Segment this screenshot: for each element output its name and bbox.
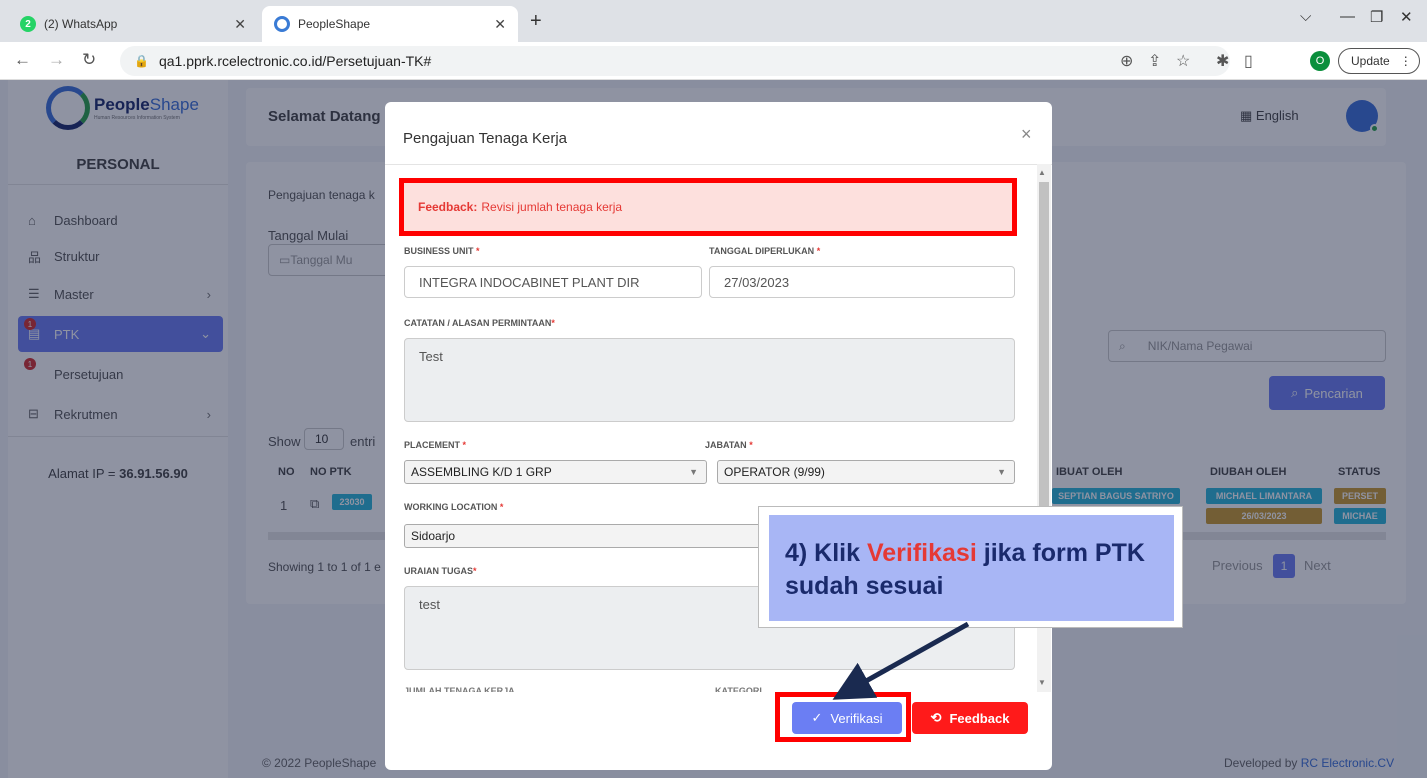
address-bar: ← → ↻ 🔒 qa1.pprk.rcelectronic.co.id/Pers… <box>0 42 1427 80</box>
kategori-label-partial: KATEGORI <box>715 686 762 692</box>
callout-text: 4) Klik Verifikasi jika form PTK sudah s… <box>769 515 1174 621</box>
placement-label: PLACEMENT * <box>404 440 467 450</box>
url-field[interactable]: 🔒 qa1.pprk.rcelectronic.co.id/Persetujua… <box>120 46 1230 76</box>
close-tab-icon[interactable]: ✕ <box>234 16 246 33</box>
browser-tab-strip: 2 (2) WhatsApp ✕ PeopleShape ✕ + ⌵ — ❐ ✕ <box>0 0 1427 42</box>
catatan-textarea[interactable]: Test <box>404 338 1015 422</box>
uraian-tugas-label: URAIAN TUGAS* <box>404 566 477 576</box>
whatsapp-icon: 2 <box>20 16 36 32</box>
scroll-down-icon[interactable]: ▼ <box>1038 678 1046 687</box>
restore-icon[interactable]: ❐ <box>1370 8 1383 26</box>
feedback-alert: Feedback: Revisi jumlah tenaga kerja <box>399 178 1017 236</box>
feedback-text: Revisi jumlah tenaga kerja <box>481 200 623 214</box>
working-location-select[interactable]: Sidoarjo <box>404 524 804 548</box>
refresh-icon: ⟲ <box>930 710 942 725</box>
button-label: Feedback <box>949 710 1010 726</box>
url-text: qa1.pprk.rcelectronic.co.id/Persetujuan-… <box>158 53 432 69</box>
reload-icon[interactable]: ↻ <box>82 50 96 70</box>
jabatan-label: JABATAN * <box>705 440 753 450</box>
label-text: PLACEMENT <box>404 440 460 450</box>
placement-select[interactable]: ASSEMBLING K/D 1 GRP ▼ <box>404 460 707 484</box>
callout-prefix: 4) Klik <box>785 539 867 567</box>
update-button[interactable]: Update ⋮ <box>1338 48 1420 74</box>
tab-peopleshape[interactable]: PeopleShape ✕ <box>262 6 518 42</box>
extensions-icon[interactable]: ✱ <box>1216 51 1229 71</box>
tab-search-icon[interactable]: ⌵ <box>1300 8 1311 25</box>
lock-icon: 🔒 <box>134 54 149 68</box>
divider <box>385 164 1052 165</box>
label-text: TANGGAL DIPERLUKAN <box>709 246 815 256</box>
peopleshape-favicon <box>274 16 290 32</box>
tanggal-diperlukan-label: TANGGAL DIPERLUKAN * <box>709 246 821 256</box>
tab-whatsapp[interactable]: 2 (2) WhatsApp ✕ <box>8 6 258 42</box>
profile-avatar[interactable]: O <box>1310 51 1330 71</box>
tab-label: (2) WhatsApp <box>44 17 118 31</box>
business-unit-label: BUSINESS UNIT * <box>404 246 480 256</box>
callout-highlight: Verifikasi <box>866 539 977 567</box>
feedback-button[interactable]: ⟲ Feedback <box>912 702 1028 734</box>
jabatan-select[interactable]: OPERATOR (9/99) ▼ <box>717 460 1015 484</box>
more-icon: ⋮ <box>1399 54 1412 68</box>
chevron-down-icon: ▼ <box>689 467 698 477</box>
feedback-label: Feedback: <box>418 200 478 214</box>
scroll-up-icon[interactable]: ▲ <box>1038 168 1046 177</box>
sidepanel-icon[interactable]: ▯ <box>1244 51 1253 71</box>
working-location-label: WORKING LOCATION * <box>404 502 504 512</box>
minimize-icon[interactable]: — <box>1340 8 1355 25</box>
jumlah-label-partial: JUMLAH TENAGA KERJA <box>404 686 515 692</box>
business-unit-field[interactable]: INTEGRA INDOCABINET PLANT DIR <box>404 266 702 298</box>
close-icon[interactable]: × <box>1021 124 1032 145</box>
modal-title: Pengajuan Tenaga Kerja <box>403 130 568 147</box>
tutorial-callout: 4) Klik Verifikasi jika form PTK sudah s… <box>758 506 1183 628</box>
new-tab-icon[interactable]: + <box>530 10 542 33</box>
catatan-label: CATATAN / ALASAN PERMINTAAN* <box>404 318 555 328</box>
tanggal-diperlukan-field[interactable]: 27/03/2023 <box>709 266 1015 298</box>
share-icon[interactable]: ⇪ <box>1148 51 1161 71</box>
label-text: BUSINESS UNIT <box>404 246 474 256</box>
select-value: OPERATOR (9/99) <box>724 465 825 479</box>
label-text: JABATAN <box>705 440 747 450</box>
forward-icon[interactable]: → <box>48 50 65 70</box>
close-tab-icon[interactable]: ✕ <box>494 16 506 33</box>
update-label: Update <box>1351 54 1390 68</box>
back-icon[interactable]: ← <box>14 50 31 70</box>
chevron-down-icon: ▼ <box>997 467 1006 477</box>
modal-pengajuan-tenaga-kerja: Pengajuan Tenaga Kerja × ▲ ▼ Feedback: Re… <box>385 102 1052 770</box>
tab-label: PeopleShape <box>298 17 371 31</box>
select-value: Sidoarjo <box>411 529 456 543</box>
label-text: URAIAN TUGAS <box>404 566 473 576</box>
zoom-icon[interactable]: ⊕ <box>1120 51 1133 71</box>
annotation-highlight-box <box>775 692 911 742</box>
select-value: ASSEMBLING K/D 1 GRP <box>411 465 552 479</box>
label-text: WORKING LOCATION <box>404 502 498 512</box>
close-window-icon[interactable]: ✕ <box>1400 8 1413 26</box>
label-text: CATATAN / ALASAN PERMINTAAN <box>404 318 552 328</box>
star-icon[interactable]: ☆ <box>1176 51 1190 71</box>
